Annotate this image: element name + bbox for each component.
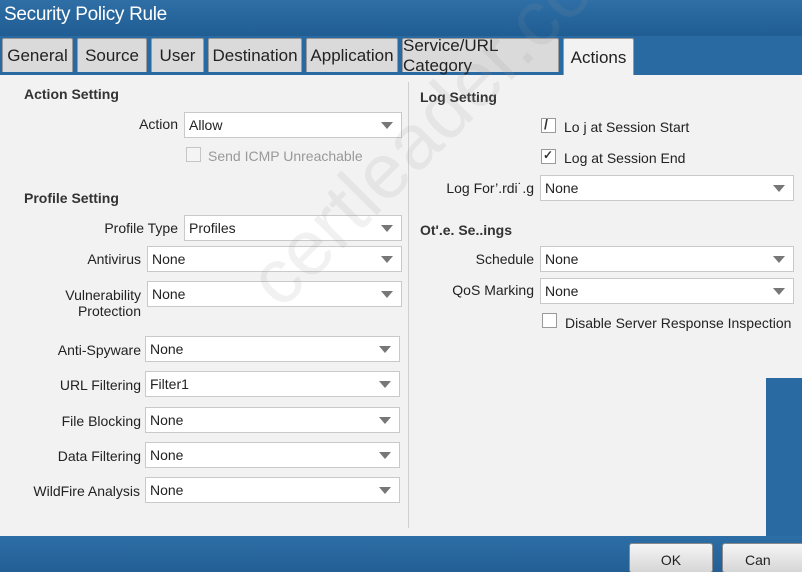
wildfire-analysis-label: WildFire Analysis — [33, 483, 140, 499]
chevron-down-icon — [773, 256, 785, 263]
log-forwarding-select[interactable]: None — [540, 175, 794, 201]
profile-type-select[interactable]: Profiles — [184, 215, 402, 241]
qos-marking-label: QoS Marking — [452, 282, 534, 298]
action-value: Allow — [189, 117, 223, 133]
chevron-down-icon — [379, 452, 391, 459]
wildfire-analysis-select[interactable]: None — [145, 477, 400, 503]
tab-actions[interactable]: Actions — [563, 38, 634, 76]
cancel-button[interactable]: Can — [722, 543, 802, 572]
check-icon: / — [544, 116, 548, 132]
chevron-down-icon — [381, 291, 393, 298]
disable-server-response-inspection-label: Disable Server Response Inspection — [565, 315, 792, 331]
schedule-select[interactable]: None — [540, 246, 794, 272]
profile-type-label: Profile Type — [104, 220, 178, 236]
schedule-label: Schedule — [475, 251, 534, 267]
log-setting-heading: Log Setting — [420, 89, 497, 105]
chevron-down-icon — [379, 381, 391, 388]
action-label: Action — [139, 116, 178, 132]
file-blocking-value: None — [150, 412, 184, 428]
chevron-down-icon — [773, 288, 785, 295]
chevron-down-icon — [379, 346, 391, 353]
action-select[interactable]: Allow — [184, 112, 402, 138]
log-session-end-label: Log at Session End — [564, 150, 686, 166]
qos-marking-value: None — [545, 283, 579, 299]
profile-type-value: Profiles — [189, 220, 236, 236]
chevron-down-icon — [379, 417, 391, 424]
send-icmp-label: Send ICMP Unreachable — [208, 148, 363, 164]
schedule-value: None — [545, 251, 579, 267]
tab-general[interactable]: General — [2, 38, 73, 72]
tab-user[interactable]: User — [151, 38, 204, 72]
other-settings-heading: Ot'.e. Se..ings — [420, 222, 513, 238]
data-filtering-select[interactable]: None — [145, 442, 400, 468]
vulnerability-label-line2: Protection — [77, 303, 141, 319]
tab-source[interactable]: Source — [77, 38, 147, 72]
url-filtering-label: URL Filtering — [59, 377, 141, 393]
disable-server-response-inspection-checkbox[interactable] — [542, 313, 557, 328]
vulnerability-select[interactable]: None — [147, 281, 402, 307]
ok-button[interactable]: OK — [629, 543, 713, 572]
chevron-down-icon — [379, 487, 391, 494]
window-edge — [766, 378, 802, 538]
log-session-start-checkbox[interactable]: / — [541, 116, 556, 133]
check-icon: ✓ — [543, 148, 554, 162]
wildfire-analysis-value: None — [150, 482, 184, 498]
tab-application[interactable]: Application — [306, 38, 398, 72]
anti-spyware-select[interactable]: None — [145, 336, 400, 362]
log-forwarding-value: None — [545, 180, 579, 196]
column-divider — [408, 82, 409, 528]
antivirus-value: None — [152, 251, 186, 267]
chevron-down-icon — [381, 122, 393, 129]
window-titlebar: Security Policy Rule — [0, 0, 802, 36]
profile-setting-heading: Profile Setting — [24, 190, 119, 206]
chevron-down-icon — [381, 225, 393, 232]
vulnerability-label: Vulnerability — [65, 287, 141, 303]
anti-spyware-label: Anti-Spyware — [57, 342, 141, 358]
url-filtering-value: Filter1 — [150, 376, 189, 392]
antivirus-select[interactable]: None — [147, 246, 402, 272]
chevron-down-icon — [381, 256, 393, 263]
send-icmp-checkbox[interactable] — [186, 147, 201, 162]
tab-service-url-category[interactable]: Service/URL Category — [402, 36, 559, 75]
vulnerability-value: None — [152, 286, 186, 302]
log-session-start-label: Lo j at Session Start — [564, 119, 690, 135]
file-blocking-label: File Blocking — [61, 413, 141, 429]
chevron-down-icon — [773, 185, 785, 192]
tab-destination[interactable]: Destination — [208, 38, 302, 72]
log-forwarding-label: Log For’.rdi˙.g — [446, 180, 534, 196]
data-filtering-value: None — [150, 447, 184, 463]
window-title: Security Policy Rule — [4, 4, 167, 25]
data-filtering-label: Data Filtering — [57, 448, 141, 464]
antivirus-label: Antivirus — [87, 251, 141, 267]
url-filtering-select[interactable]: Filter1 — [145, 371, 400, 397]
action-setting-heading: Action Setting — [24, 86, 119, 102]
qos-marking-select[interactable]: None — [540, 278, 794, 304]
file-blocking-select[interactable]: None — [145, 407, 400, 433]
anti-spyware-value: None — [150, 341, 184, 357]
log-session-end-checkbox[interactable]: ✓ — [541, 148, 556, 164]
